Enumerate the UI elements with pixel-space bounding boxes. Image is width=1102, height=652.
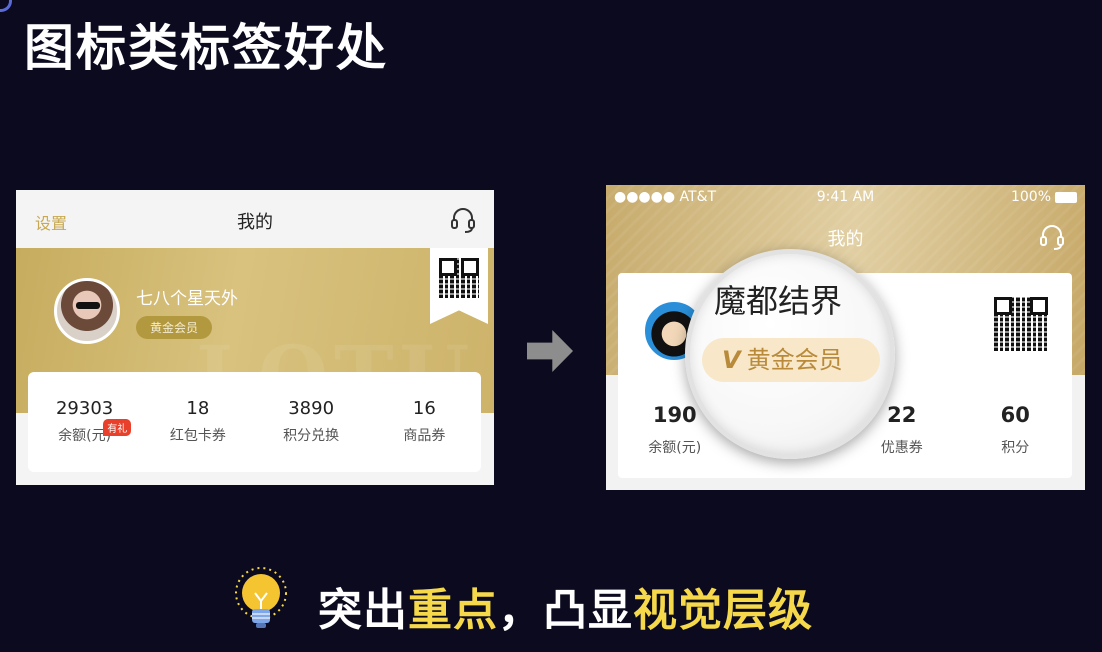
stat-points-exchange[interactable]: 3890 积分兑换 bbox=[255, 372, 368, 472]
stat-value: 60 bbox=[1000, 403, 1030, 427]
stat-value: 16 bbox=[412, 398, 436, 419]
stat-balance[interactable]: 29303 余额(元) 有礼 bbox=[28, 372, 141, 472]
qr-code-icon bbox=[439, 258, 479, 298]
magnified-member-badge: V 黄金会员 bbox=[702, 338, 880, 382]
caption-part-2: 重点 bbox=[408, 585, 498, 636]
corner-decoration bbox=[0, 0, 12, 12]
stat-value: 3890 bbox=[288, 398, 335, 419]
stat-label: 积分 bbox=[1001, 440, 1030, 456]
stat-label: 优惠券 bbox=[880, 440, 923, 456]
headset-icon[interactable] bbox=[1037, 221, 1067, 251]
right-arrow-icon bbox=[527, 330, 573, 372]
stat-product-vouchers[interactable]: 16 商品券 bbox=[368, 372, 481, 472]
stat-label: 商品券 bbox=[403, 428, 446, 444]
status-bar: ●●●●● AT&T 9:41 AM 100% bbox=[606, 189, 1085, 207]
stat-value: 18 bbox=[186, 398, 210, 419]
user-name: 七八个星天外 bbox=[136, 289, 238, 309]
lightbulb-icon bbox=[235, 567, 287, 628]
slide-title: 图标类标签好处 bbox=[24, 19, 388, 77]
member-badge: 黄金会员 bbox=[136, 316, 213, 339]
stat-value: 29303 bbox=[55, 398, 114, 419]
stats-card: 29303 余额(元) 有礼 18 红包卡券 3890 积分兑换 16 商品券 bbox=[28, 372, 481, 472]
caption-part-4: 视觉层级 bbox=[633, 585, 813, 636]
stat-label: 余额(元) bbox=[648, 440, 702, 456]
nav-bar: 设置 我的 bbox=[16, 190, 494, 248]
magnifier-lens: 魔都结界 V 黄金会员 bbox=[685, 249, 895, 459]
gift-tag: 有礼 bbox=[103, 419, 132, 436]
nav-title: 我的 bbox=[827, 229, 864, 250]
slide-caption: 突出重点，凸显视觉层级 bbox=[318, 574, 813, 638]
battery-icon bbox=[1055, 192, 1077, 203]
stat-label: 积分兑换 bbox=[283, 428, 340, 444]
stat-points[interactable]: 60 积分 bbox=[959, 391, 1073, 471]
stat-coupons[interactable]: 18 红包卡券 bbox=[141, 372, 254, 472]
avatar[interactable] bbox=[54, 278, 120, 344]
qr-code-ribbon[interactable] bbox=[430, 248, 488, 324]
nav-title: 我的 bbox=[237, 212, 273, 233]
caption-part-3: ，凸显 bbox=[498, 585, 633, 636]
caption-part-1: 突出 bbox=[318, 585, 408, 636]
stat-label: 红包卡券 bbox=[169, 428, 226, 444]
v-icon: V bbox=[722, 346, 741, 374]
headset-icon[interactable] bbox=[448, 204, 478, 234]
battery-label: 100% bbox=[1010, 189, 1051, 205]
left-profile-mockup: 设置 我的 LOTU 七八个星天外 黄金会员 29303 余额(元) 有礼 18… bbox=[16, 190, 494, 485]
magnified-user-name: 魔都结界 bbox=[714, 282, 843, 320]
badge-label: 黄金会员 bbox=[746, 346, 843, 374]
qr-code-icon[interactable] bbox=[994, 297, 1048, 351]
